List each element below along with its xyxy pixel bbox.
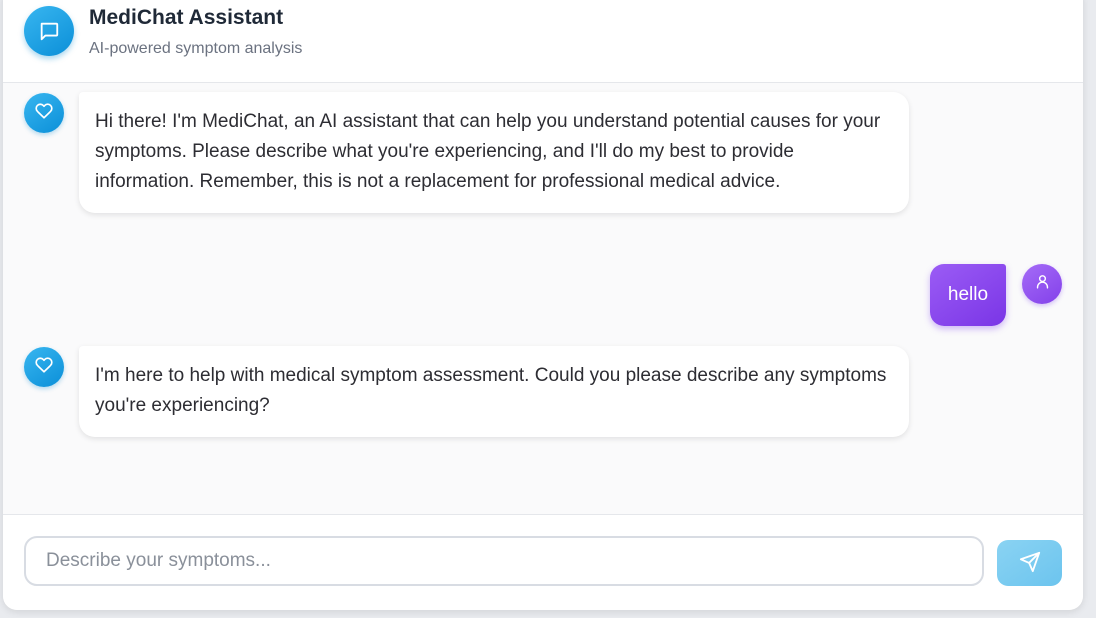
assistant-message: I'm here to help with medical symptom as…	[79, 346, 909, 437]
heart-icon	[35, 102, 53, 125]
symptom-input[interactable]	[24, 536, 984, 586]
composer	[3, 514, 1083, 610]
assistant-avatar	[24, 347, 64, 387]
message-list: Hi there! I'm MediChat, an AI assistant …	[3, 83, 1083, 514]
user-icon	[1034, 273, 1051, 295]
send-icon	[1019, 551, 1041, 576]
chat-bubble-icon	[24, 6, 74, 56]
heart-icon	[35, 356, 53, 379]
assistant-avatar	[24, 93, 64, 133]
assistant-message: Hi there! I'm MediChat, an AI assistant …	[79, 92, 909, 213]
user-avatar	[1022, 264, 1062, 304]
page-title: MediChat Assistant	[89, 6, 284, 29]
send-button[interactable]	[997, 540, 1062, 586]
user-message: hello	[930, 264, 1006, 326]
chat-window: MediChat Assistant AI-powered symptom an…	[3, 0, 1083, 610]
page-subtitle: AI-powered symptom analysis	[89, 40, 303, 57]
chat-header: MediChat Assistant AI-powered symptom an…	[3, 0, 1083, 83]
